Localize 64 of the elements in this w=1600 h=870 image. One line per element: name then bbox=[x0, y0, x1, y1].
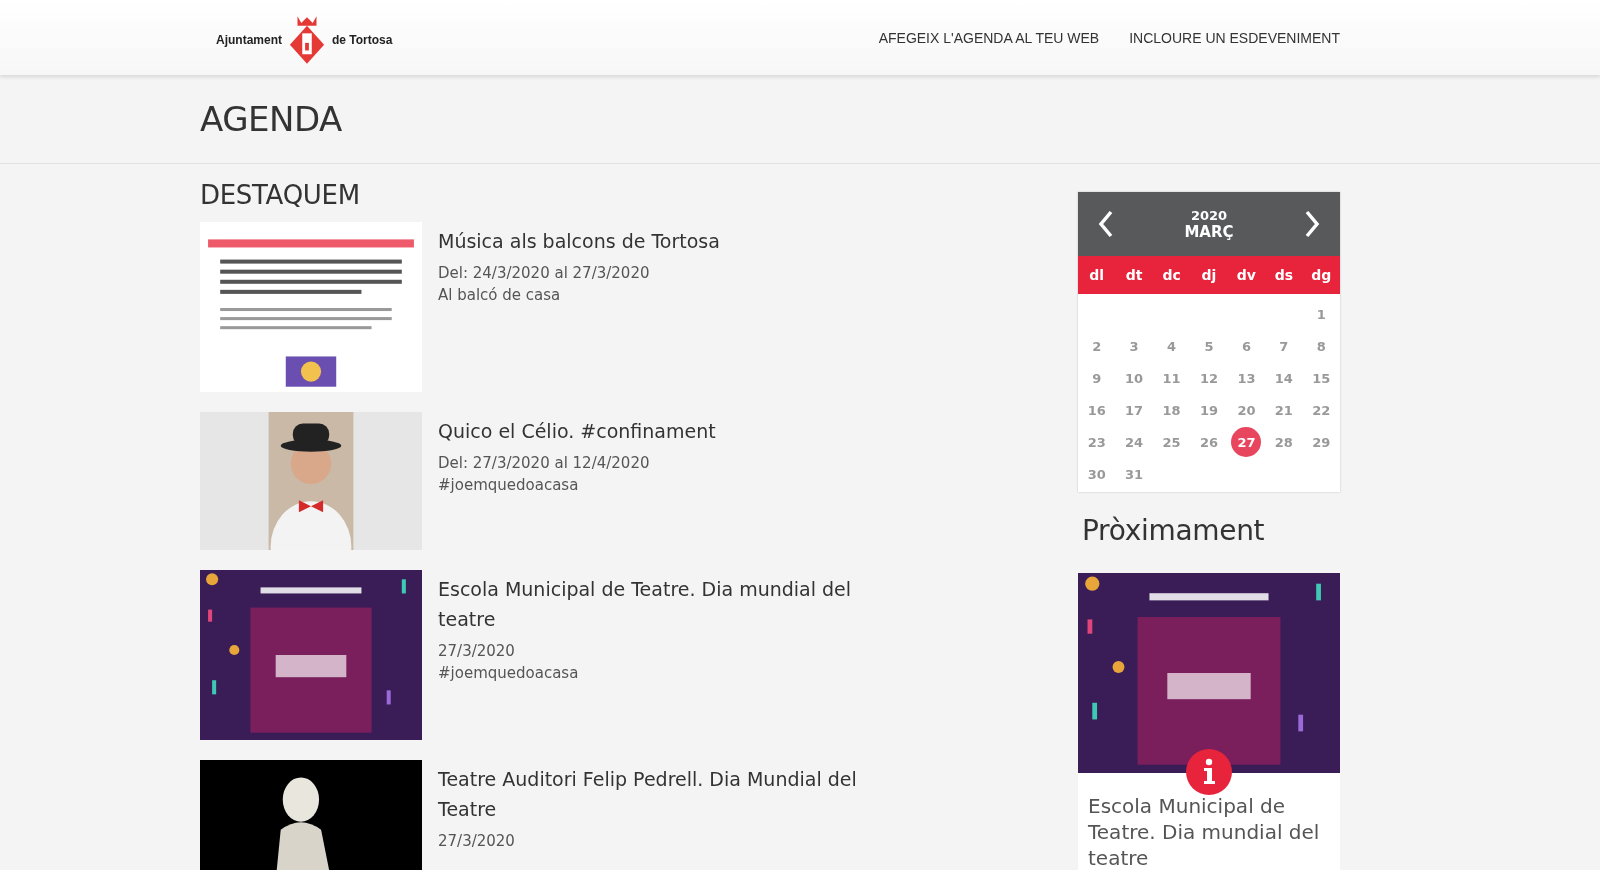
nav-link[interactable]: AFEGEIX L'AGENDA AL TEU WEB bbox=[878, 29, 1100, 46]
calendar-day[interactable]: 1 bbox=[1307, 298, 1336, 330]
calendar-month: MARÇ bbox=[1184, 222, 1234, 241]
calendar-day[interactable]: 20 bbox=[1232, 394, 1261, 426]
weekday-label: ds bbox=[1273, 267, 1295, 283]
page-title: AGENDA bbox=[200, 99, 343, 139]
calendar-day[interactable]: 3 bbox=[1120, 330, 1149, 362]
weekday-label: dj bbox=[1200, 267, 1218, 283]
event-title[interactable]: Música als balcons de Tortosa bbox=[438, 226, 888, 256]
event-title[interactable]: Quico el Célio. #confinament bbox=[438, 416, 888, 446]
calendar-day[interactable]: 10 bbox=[1120, 362, 1149, 394]
calendar-day[interactable]: 26 bbox=[1195, 426, 1223, 458]
previous-icon[interactable] bbox=[1098, 210, 1114, 238]
calendar-day[interactable]: 17 bbox=[1120, 394, 1149, 426]
calendar-day[interactable]: 19 bbox=[1195, 394, 1223, 426]
calendar-day[interactable]: 21 bbox=[1269, 394, 1298, 426]
info-icon[interactable] bbox=[1186, 749, 1232, 795]
calendar-day[interactable]: 28 bbox=[1269, 426, 1298, 458]
calendar-day[interactable]: 5 bbox=[1195, 330, 1223, 362]
calendar-day[interactable]: 30 bbox=[1082, 458, 1111, 490]
calendar-day[interactable]: 25 bbox=[1157, 426, 1186, 458]
calendar-day[interactable]: 31 bbox=[1120, 458, 1149, 490]
event-date: Del: 24/3/2020 al 27/3/2020 bbox=[438, 263, 651, 284]
calendar-day[interactable]: 16 bbox=[1082, 394, 1111, 426]
calendar-day[interactable]: 22 bbox=[1307, 394, 1336, 426]
calendar-day[interactable]: 2 bbox=[1082, 330, 1111, 362]
weekday-label: dv bbox=[1235, 267, 1257, 283]
calendar-day[interactable]: 15 bbox=[1307, 362, 1336, 394]
section-heading: Pròximament bbox=[1082, 514, 1266, 547]
event-title[interactable]: Escola Municipal de Teatre. Dia mundial del teatre bbox=[438, 574, 888, 634]
calendar-day[interactable]: 12 bbox=[1195, 362, 1223, 394]
calendar-day[interactable]: 9 bbox=[1082, 362, 1111, 394]
event-place: #joemquedoacasa bbox=[438, 475, 580, 496]
weekday-label: dg bbox=[1310, 267, 1333, 283]
event-place: Al balcó de casa bbox=[438, 285, 562, 306]
logo-text: Ajuntament bbox=[216, 32, 282, 47]
event-place: #joemquedoacasa bbox=[438, 663, 580, 684]
calendar-year: 2020 bbox=[1190, 207, 1228, 223]
calendar-day[interactable]: 23 bbox=[1082, 426, 1111, 458]
calendar-day[interactable]: 18 bbox=[1157, 394, 1186, 426]
weekday-label: dc bbox=[1161, 267, 1182, 283]
calendar-day[interactable]: 6 bbox=[1232, 330, 1261, 362]
event-date: 27/3/2020 bbox=[438, 641, 516, 662]
crest-icon bbox=[288, 13, 326, 66]
calendar-day[interactable]: 13 bbox=[1232, 362, 1261, 394]
calendar-day[interactable]: 11 bbox=[1157, 362, 1186, 394]
calendar-day[interactable]: 8 bbox=[1307, 330, 1336, 362]
calendar-day[interactable]: 29 bbox=[1307, 426, 1336, 458]
logo-text: de Tortosa bbox=[332, 32, 393, 47]
calendar-day[interactable]: 27 bbox=[1231, 427, 1262, 457]
event-title[interactable]: Teatre Auditori Felip Pedrell. Dia Mundial del Teatre bbox=[438, 764, 888, 824]
weekday-label: dt bbox=[1124, 267, 1144, 283]
calendar-day[interactable]: 14 bbox=[1269, 362, 1298, 394]
nav-link[interactable]: INCLOURE UN ESDEVENIMENT bbox=[1129, 29, 1340, 46]
event-date: 27/3/2020 bbox=[438, 831, 516, 852]
calendar-day[interactable]: 4 bbox=[1157, 330, 1186, 362]
event-date: Del: 27/3/2020 al 12/4/2020 bbox=[438, 453, 651, 474]
calendar-day[interactable]: 24 bbox=[1120, 426, 1149, 458]
event-card[interactable]: Escola Municipal de Teatre. Dia mundial del teatre bbox=[1078, 573, 1340, 870]
section-heading: DESTAQUEM bbox=[200, 180, 361, 210]
next-icon[interactable] bbox=[1304, 210, 1320, 238]
card-title: Escola Municipal de Teatre. Dia mundial del teatre bbox=[1087, 793, 1321, 870]
calendar-day[interactable]: 7 bbox=[1269, 330, 1298, 362]
weekday-label: dl bbox=[1088, 267, 1106, 283]
